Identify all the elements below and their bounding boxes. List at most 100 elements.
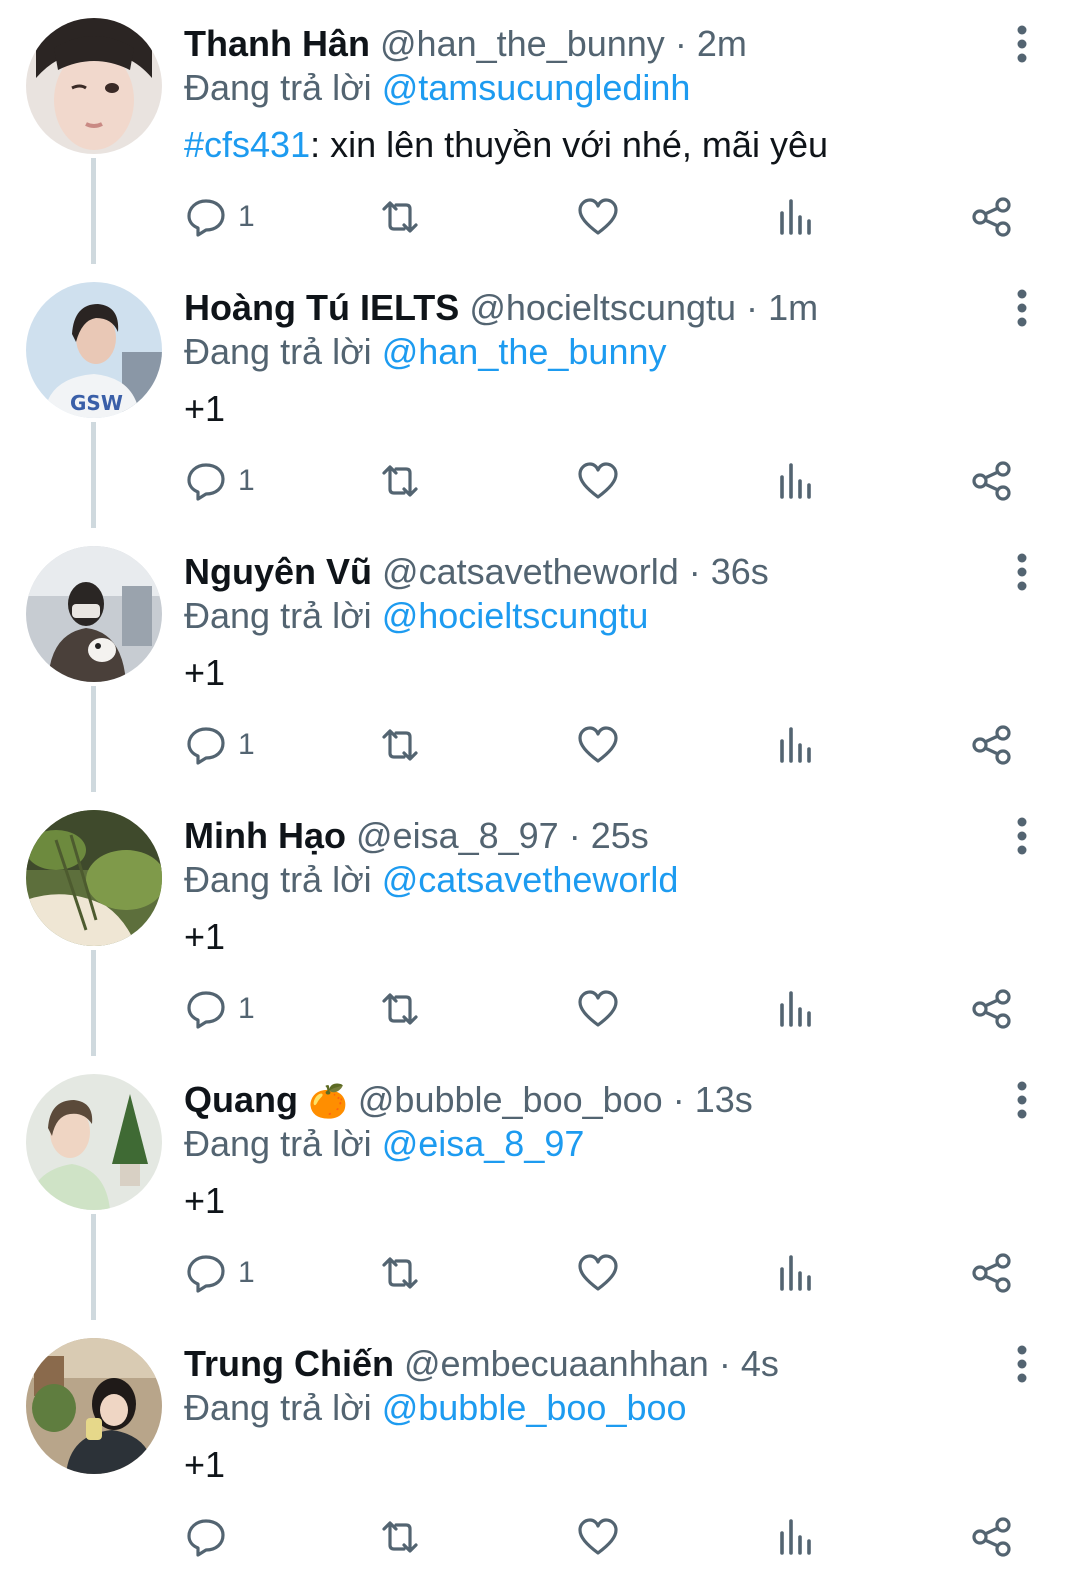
avatar[interactable] (26, 546, 162, 682)
more-vertical-icon[interactable] (1000, 550, 1044, 594)
share-button[interactable] (970, 722, 1014, 768)
retweet-button[interactable] (378, 986, 422, 1032)
thread-connector (91, 686, 96, 792)
share-button[interactable] (970, 986, 1014, 1032)
replying-to-mention[interactable]: @hocieltscungtu (382, 595, 649, 636)
tweet-text: #cfs431: xin lên thuyền với nhé, mãi yêu (184, 122, 828, 168)
svg-text:GSW: GSW (70, 391, 123, 415)
reply-button[interactable]: 1 (184, 722, 255, 768)
retweet-icon (378, 723, 422, 767)
tweet[interactable]: GSW Hoàng Tú IELTS @hocieltscungtu · 1m … (0, 264, 1080, 528)
thread-connector (91, 950, 96, 1056)
more-vertical-icon[interactable] (1000, 22, 1044, 66)
tweet[interactable]: Thanh Hân @han_the_bunny · 2m Đang trả l… (0, 0, 1080, 264)
user-handle[interactable]: @hocieltscungtu (469, 287, 736, 328)
separator-dot: · (746, 287, 759, 328)
analytics-bars-icon (774, 1515, 818, 1559)
timestamp[interactable]: 25s (591, 815, 649, 856)
hashtag-link[interactable]: #cfs431 (184, 124, 310, 165)
replying-to-mention[interactable]: @eisa_8_97 (382, 1123, 585, 1164)
retweet-icon (378, 987, 422, 1031)
like-button[interactable] (576, 1514, 620, 1560)
replying-to-label: Đang trả lời (184, 595, 372, 636)
retweet-button[interactable] (378, 1514, 422, 1560)
heart-icon (576, 1515, 620, 1559)
retweet-button[interactable] (378, 1250, 422, 1296)
retweet-icon (378, 1515, 422, 1559)
tweet-body: : xin lên thuyền với nhé, mãi yêu (310, 124, 828, 165)
tweet[interactable]: Nguyên Vũ @catsavetheworld · 36s Đang tr… (0, 528, 1080, 792)
share-icon (970, 723, 1014, 767)
reply-count: 1 (238, 1256, 255, 1289)
avatar[interactable]: GSW (26, 282, 162, 418)
share-icon (970, 1515, 1014, 1559)
replying-to-mention[interactable]: @tamsucungledinh (382, 67, 691, 108)
reply-button[interactable]: 1 (184, 1250, 255, 1296)
views-button[interactable] (774, 1250, 818, 1296)
tweet-text: +1 (184, 650, 225, 696)
user-handle[interactable]: @bubble_boo_boo (358, 1079, 663, 1120)
views-button[interactable] (774, 722, 818, 768)
heart-icon (576, 723, 620, 767)
display-name[interactable]: Trung Chiến (184, 1343, 394, 1384)
share-button[interactable] (970, 1514, 1014, 1560)
reply-thread: Thanh Hân @han_the_bunny · 2m Đang trả l… (0, 0, 1080, 1573)
reply-button[interactable]: 1 (184, 458, 255, 504)
retweet-button[interactable] (378, 194, 422, 240)
reply-button[interactable] (184, 1514, 238, 1560)
like-button[interactable] (576, 1250, 620, 1296)
retweet-icon (378, 1251, 422, 1295)
views-button[interactable] (774, 986, 818, 1032)
user-handle[interactable]: @eisa_8_97 (356, 815, 559, 856)
more-vertical-icon[interactable] (1000, 286, 1044, 330)
views-button[interactable] (774, 1514, 818, 1560)
share-button[interactable] (970, 1250, 1014, 1296)
tweet[interactable]: Trung Chiến @embecuaanhhan · 4s Đang trả… (0, 1320, 1080, 1584)
share-button[interactable] (970, 458, 1014, 504)
user-handle[interactable]: @catsavetheworld (382, 551, 679, 592)
more-vertical-icon[interactable] (1000, 1342, 1044, 1386)
views-button[interactable] (774, 458, 818, 504)
user-handle[interactable]: @embecuaanhhan (404, 1343, 709, 1384)
more-vertical-icon[interactable] (1000, 814, 1044, 858)
reply-button[interactable]: 1 (184, 986, 255, 1032)
timestamp[interactable]: 2m (697, 23, 747, 64)
avatar[interactable] (26, 810, 162, 946)
tweet-actions: 1 (184, 440, 1034, 524)
avatar[interactable] (26, 1338, 162, 1474)
like-button[interactable] (576, 722, 620, 768)
replying-to-label: Đang trả lời (184, 859, 372, 900)
avatar[interactable] (26, 1074, 162, 1210)
replying-to-mention[interactable]: @han_the_bunny (382, 331, 667, 372)
tweet-body: +1 (184, 388, 226, 429)
display-name[interactable]: Thanh Hân (184, 23, 370, 64)
replying-to-mention[interactable]: @catsavetheworld (382, 859, 679, 900)
replying-to-mention[interactable]: @bubble_boo_boo (382, 1387, 687, 1428)
views-button[interactable] (774, 194, 818, 240)
user-handle[interactable]: @han_the_bunny (380, 23, 665, 64)
timestamp[interactable]: 1m (768, 287, 818, 328)
like-button[interactable] (576, 194, 620, 240)
tweet[interactable]: Minh Hạo @eisa_8_97 · 25s Đang trả lời @… (0, 792, 1080, 1056)
timestamp[interactable]: 4s (741, 1343, 779, 1384)
display-name[interactable]: Quang (184, 1079, 298, 1120)
heart-icon (576, 459, 620, 503)
display-name[interactable]: Minh Hạo (184, 815, 346, 856)
avatar[interactable] (26, 18, 162, 154)
reply-button[interactable]: 1 (184, 194, 255, 240)
like-button[interactable] (576, 986, 620, 1032)
analytics-bars-icon (774, 459, 818, 503)
display-name[interactable]: Hoàng Tú IELTS (184, 287, 459, 328)
share-button[interactable] (970, 194, 1014, 240)
display-name[interactable]: Nguyên Vũ (184, 551, 372, 592)
like-button[interactable] (576, 458, 620, 504)
tweet[interactable]: Quang 🍊 @bubble_boo_boo · 13s Đang trả l… (0, 1056, 1080, 1320)
heart-icon (576, 987, 620, 1031)
reply-bubble-icon (184, 723, 228, 767)
retweet-button[interactable] (378, 722, 422, 768)
retweet-button[interactable] (378, 458, 422, 504)
analytics-bars-icon (774, 195, 818, 239)
timestamp[interactable]: 36s (711, 551, 769, 592)
more-vertical-icon[interactable] (1000, 1078, 1044, 1122)
timestamp[interactable]: 13s (695, 1079, 753, 1120)
